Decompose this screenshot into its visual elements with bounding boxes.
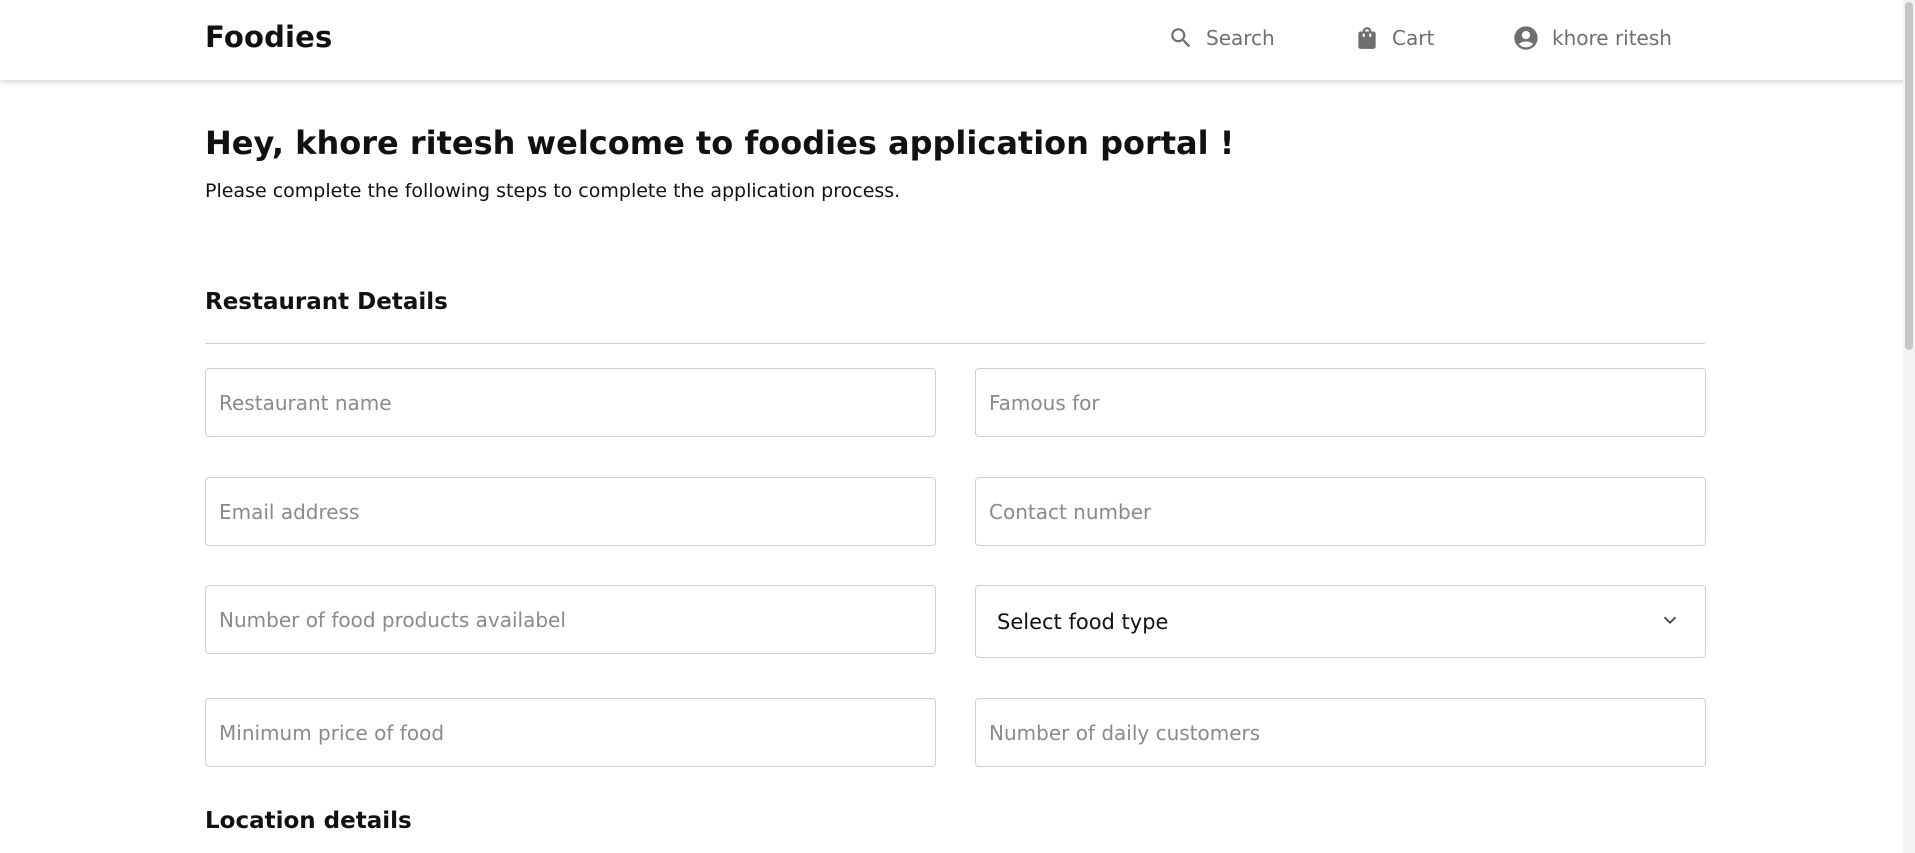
vertical-scrollbar[interactable] (1903, 0, 1915, 853)
page: Foodies Search Cart khore ritesh Hey, kh… (0, 0, 1915, 853)
nav-cart-button[interactable]: Cart (1354, 22, 1434, 54)
chevron-down-icon (1659, 609, 1681, 635)
food-type-select[interactable]: Select food type (975, 585, 1706, 658)
restaurant-details-heading: Restaurant Details (205, 289, 448, 315)
scrollbar-thumb[interactable] (1905, 2, 1913, 350)
email-field[interactable] (205, 477, 936, 546)
contact-number-input[interactable] (975, 477, 1706, 546)
page-subtitle: Please complete the following steps to c… (205, 180, 901, 202)
famous-for-input[interactable] (975, 368, 1706, 437)
top-navbar: Foodies Search Cart khore ritesh (0, 0, 1915, 80)
section-divider (205, 343, 1705, 344)
account-circle-icon (1512, 24, 1540, 52)
restaurant-name-input[interactable] (205, 368, 936, 437)
daily-customers-input[interactable] (975, 698, 1706, 767)
nav-cart-label: Cart (1392, 26, 1435, 50)
nav-search-button[interactable]: Search (1168, 22, 1275, 54)
food-products-count-input[interactable] (205, 585, 936, 654)
min-price-input[interactable] (205, 698, 936, 767)
food-type-selected-value: Select food type (997, 609, 1169, 634)
brand-logo[interactable]: Foodies (205, 20, 333, 54)
shopping-bag-icon (1354, 25, 1380, 51)
location-details-heading: Location details (205, 808, 412, 834)
welcome-title: Hey, khore ritesh welcome to foodies app… (205, 124, 1235, 162)
nav-user-button[interactable]: khore ritesh (1512, 22, 1672, 54)
nav-search-label: Search (1206, 26, 1275, 50)
nav-user-label: khore ritesh (1552, 26, 1672, 50)
search-icon (1168, 25, 1194, 51)
